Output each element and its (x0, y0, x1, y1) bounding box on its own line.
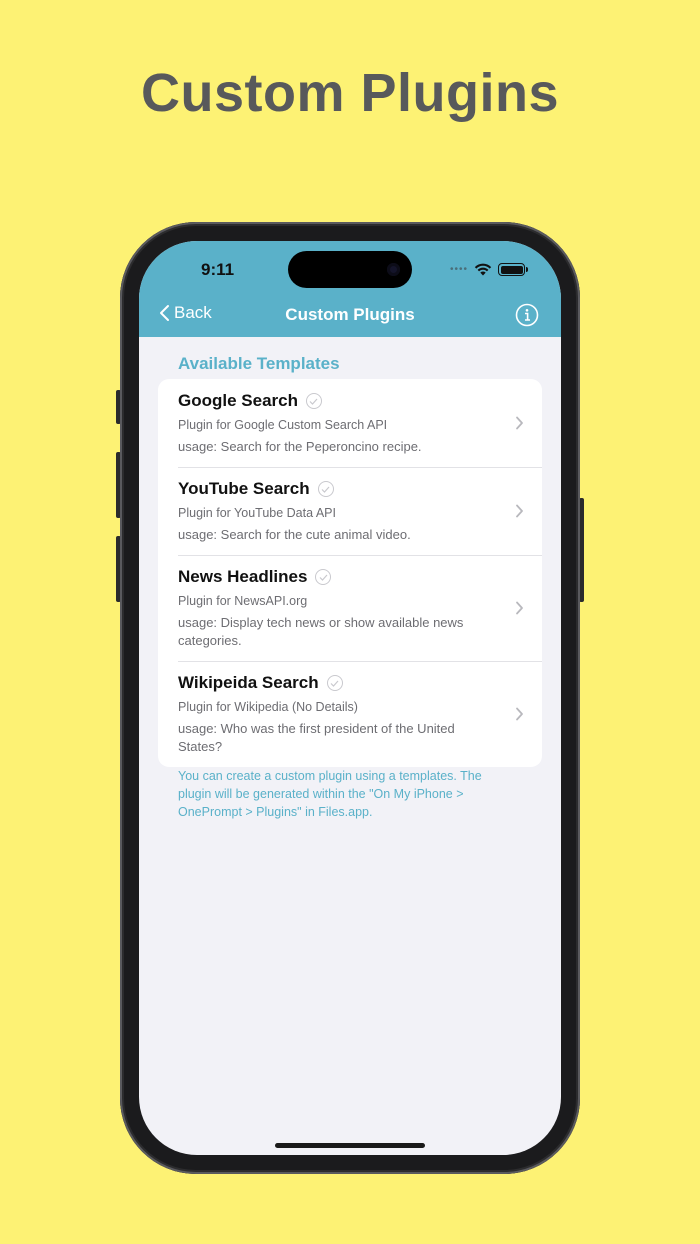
template-usage: usage: Search for the Peperoncino recipe… (178, 439, 422, 454)
section-header: Available Templates (178, 354, 340, 373)
template-title: YouTube Search (178, 479, 310, 498)
dynamic-island (288, 251, 412, 288)
templates-list: Google Search Plugin for Google Custom S… (158, 379, 542, 767)
template-usage: usage: Search for the cute animal video. (178, 527, 411, 542)
section-footer-note: You can create a custom plugin using a t… (178, 769, 482, 819)
chevron-right-icon (516, 416, 523, 430)
template-subtitle: Plugin for Wikipedia (No Details) (178, 700, 358, 714)
checkmark-circle-icon (326, 675, 343, 691)
template-title: News Headlines (178, 567, 308, 586)
home-indicator[interactable] (275, 1143, 425, 1148)
chevron-right-icon (516, 601, 523, 615)
checkmark-circle-icon (317, 481, 334, 497)
navigation-bar: 9:11 •••• Back Custom Plugins (139, 241, 561, 337)
page-title: Custom Plugins (285, 305, 415, 324)
template-row-news-headlines[interactable]: News Headlines Plugin for NewsAPI.org us… (158, 555, 542, 661)
template-usage: usage: Who was the first president of th… (178, 721, 455, 754)
template-subtitle: Plugin for YouTube Data API (178, 506, 336, 520)
template-title: Wikipeida Search (178, 673, 319, 692)
chevron-right-icon (516, 504, 523, 518)
template-row-google-search[interactable]: Google Search Plugin for Google Custom S… (158, 379, 542, 467)
battery-icon (498, 263, 528, 276)
template-usage: usage: Display tech news or show availab… (178, 615, 464, 648)
template-row-youtube-search[interactable]: YouTube Search Plugin for YouTube Data A… (158, 467, 542, 555)
camera-icon (387, 263, 400, 276)
cellular-dots-icon: •••• (449, 263, 468, 275)
wifi-icon (474, 263, 492, 276)
phone-screen: 9:11 •••• Back Custom Plugins Available … (139, 241, 561, 1155)
template-subtitle: Plugin for Google Custom Search API (178, 418, 388, 432)
template-title: Google Search (178, 391, 298, 410)
chevron-right-icon (516, 707, 523, 721)
promo-headline: Custom Plugins (140, 63, 559, 123)
info-icon[interactable] (515, 303, 539, 327)
status-icons: •••• (449, 263, 528, 276)
checkmark-circle-icon (305, 393, 322, 409)
template-subtitle: Plugin for NewsAPI.org (178, 594, 308, 608)
template-row-wikipedia-search[interactable]: Wikipeida Search Plugin for Wikipedia (N… (158, 661, 542, 767)
checkmark-circle-icon (315, 569, 332, 585)
status-time: 9:11 (201, 260, 235, 279)
